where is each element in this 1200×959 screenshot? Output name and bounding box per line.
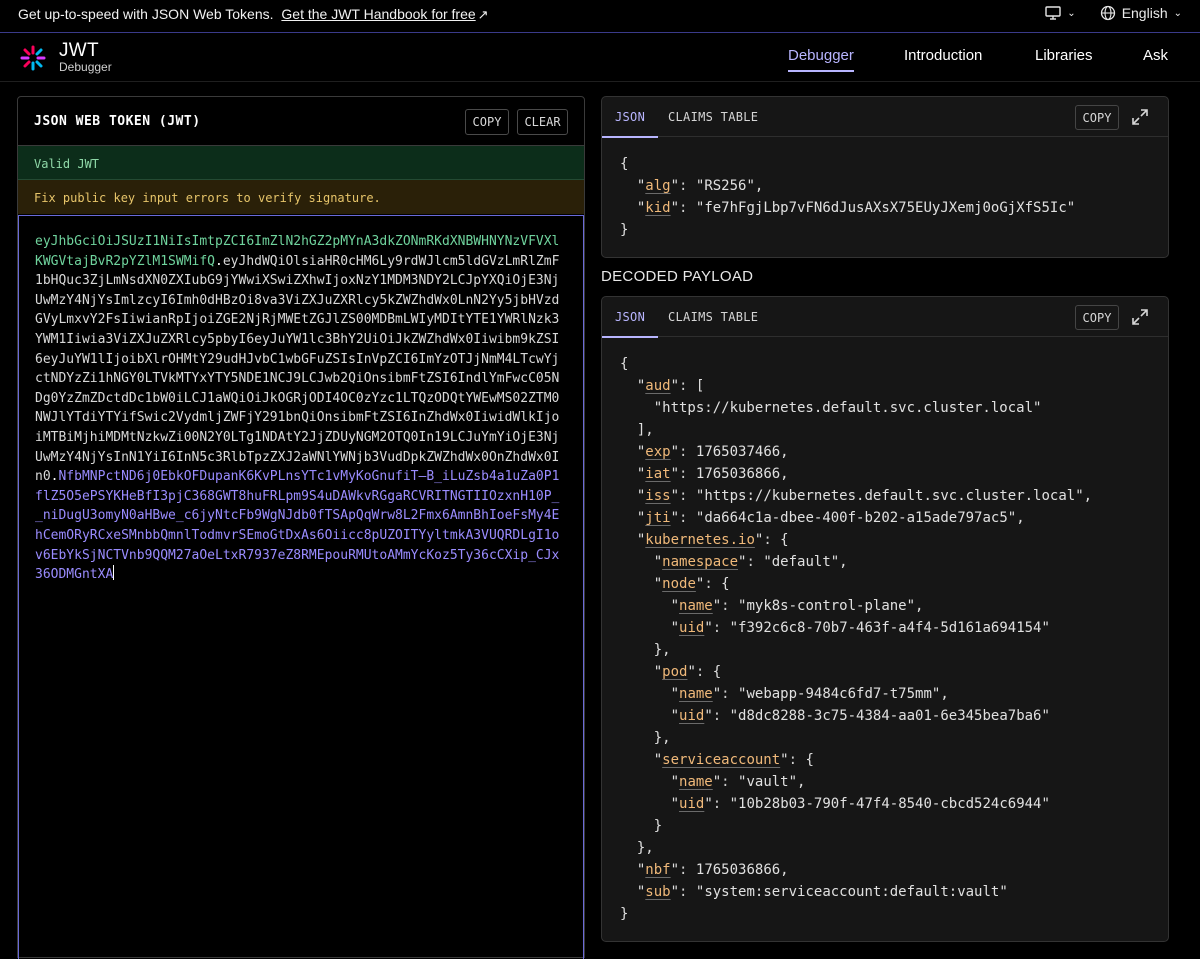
brand[interactable]: JWT Debugger — [59, 41, 112, 74]
external-link-icon: ↗ — [477, 7, 489, 22]
text-caret — [113, 565, 115, 581]
payload-json-line: "nbf": 1765036866, — [620, 862, 789, 878]
nav-libraries[interactable]: Libraries — [1035, 47, 1093, 64]
token-payload-segment: eyJhdWQiOlsiaHR0cHM6Ly9rdWJlcm5ldGVzLmRl… — [35, 253, 560, 485]
nav-debugger[interactable]: Debugger — [788, 47, 854, 72]
site-header: JWT Debugger Debugger Introduction Libra… — [0, 34, 1200, 82]
clear-token-button[interactable]: CLEAR — [517, 109, 568, 135]
tab-header-claims-table[interactable]: CLAIMS TABLE — [668, 110, 758, 124]
payload-json-line: }, — [620, 840, 654, 856]
header-json-view: { "alg": "RS256", "kid": "fe7hFgjLbp7vFN… — [602, 137, 1168, 257]
expand-icon[interactable] — [1130, 107, 1150, 127]
payload-json-line: "serviceaccount": { — [620, 752, 814, 768]
payload-json-line: "name": "vault", — [620, 774, 806, 790]
header-json-line: } — [620, 222, 629, 238]
nav-ask[interactable]: Ask — [1143, 47, 1168, 64]
payload-json-view: { "aud": [ "https://kubernetes.default.s… — [602, 337, 1168, 941]
encoded-panel-header: JSON WEB TOKEN (JWT) COPY CLEAR — [18, 97, 584, 146]
decoded-payload-label: DECODED PAYLOAD — [601, 268, 754, 285]
chevron-down-icon: ⌄ — [1067, 7, 1076, 19]
decoded-payload-card: JSON CLAIMS TABLE COPY { "aud": [ "https… — [601, 296, 1169, 942]
language-selector[interactable]: English ⌄ — [1100, 5, 1182, 21]
header-json-line: "kid": "fe7hFgjLbp7vFN6dJusAXsX75EUyJXem… — [620, 200, 1076, 216]
payload-json-line: "name": "myk8s-control-plane", — [620, 598, 924, 614]
header-json-line: { — [620, 156, 629, 172]
encoded-panel-title: JSON WEB TOKEN (JWT) — [34, 114, 201, 129]
copy-token-button[interactable]: COPY — [465, 109, 509, 135]
payload-card-tabs: JSON CLAIMS TABLE COPY — [601, 297, 1168, 338]
expand-icon[interactable] — [1130, 307, 1150, 327]
brand-subtitle: Debugger — [59, 60, 112, 74]
payload-json-line: "kubernetes.io": { — [620, 532, 789, 548]
decoded-header-card: JSON CLAIMS TABLE COPY { "alg": "RS256",… — [601, 96, 1169, 258]
monitor-icon — [1045, 6, 1061, 20]
payload-json-line: } — [620, 818, 663, 834]
payload-json-line: }, — [620, 642, 671, 658]
token-separator: . — [215, 253, 223, 269]
payload-json-line: "https://kubernetes.default.svc.cluster.… — [620, 400, 1042, 416]
language-label[interactable]: English — [1122, 5, 1168, 21]
payload-json-line: { — [620, 356, 629, 372]
payload-json-line: } — [620, 906, 629, 922]
payload-json-line: "pod": { — [620, 664, 722, 680]
brand-title: JWT — [59, 40, 99, 61]
payload-json-line: "name": "webapp-9484c6fd7-t75mm", — [620, 686, 949, 702]
header-json-line: "alg": "RS256", — [620, 178, 764, 194]
promo-message: Get up-to-speed with JSON Web Tokens. Ge… — [18, 6, 489, 23]
payload-json-line: ], — [620, 422, 654, 438]
token-input[interactable]: eyJhbGciOiJSUzI1NiIsImtpZCI6ImZlN2hGZ2pM… — [18, 215, 584, 959]
payload-json-line: "sub": "system:serviceaccount:default:va… — [620, 884, 1008, 900]
payload-json-line: "namespace": "default", — [620, 554, 848, 570]
payload-json-line: "jti": "da664c1a-dbee-400f-b202-a15ade79… — [620, 510, 1025, 526]
jwt-logo-icon[interactable] — [20, 45, 46, 71]
copy-header-button[interactable]: COPY — [1075, 105, 1119, 130]
tab-header-json[interactable]: JSON — [601, 110, 659, 138]
header-card-tabs: JSON CLAIMS TABLE COPY — [601, 97, 1168, 138]
handbook-link-text[interactable]: Get the JWT Handbook for free — [281, 6, 475, 22]
handbook-link[interactable]: Get the JWT Handbook for free ↗ — [281, 6, 488, 22]
payload-json-line: "uid": "f392c6c8-70b7-463f-a4f4-5d161a69… — [620, 620, 1050, 636]
promo-text: Get up-to-speed with JSON Web Tokens. — [18, 6, 274, 22]
signature-warning: Fix public key input errors to verify si… — [18, 180, 584, 214]
payload-json-line: "uid": "10b28b03-790f-47f4-8540-cbcd524c… — [620, 796, 1050, 812]
payload-json-line: "iss": "https://kubernetes.default.svc.c… — [620, 488, 1093, 504]
nav-introduction[interactable]: Introduction — [904, 47, 982, 64]
payload-json-line: "aud": [ — [620, 378, 705, 394]
theme-selector[interactable]: ⌄ — [1045, 6, 1076, 20]
copy-payload-button[interactable]: COPY — [1075, 305, 1119, 330]
payload-json-line: "node": { — [620, 576, 730, 592]
payload-json-line: "iat": 1765036866, — [620, 466, 789, 482]
valid-jwt-status: Valid JWT — [18, 146, 584, 180]
token-text[interactable]: eyJhbGciOiJSUzI1NiIsImtpZCI6ImZlN2hGZ2pM… — [35, 232, 567, 585]
globe-icon — [1100, 5, 1115, 21]
tab-payload-claims-table[interactable]: CLAIMS TABLE — [668, 310, 758, 324]
encoded-token-panel: JSON WEB TOKEN (JWT) COPY CLEAR Valid JW… — [17, 96, 585, 959]
chevron-down-icon: ⌄ — [1173, 7, 1182, 19]
tab-payload-json[interactable]: JSON — [601, 310, 659, 338]
promo-bar: Get up-to-speed with JSON Web Tokens. Ge… — [0, 0, 1200, 33]
payload-json-line: "uid": "d8dc8288-3c75-4384-aa01-6e345bea… — [620, 708, 1050, 724]
payload-json-line: "exp": 1765037466, — [620, 444, 789, 460]
payload-json-line: }, — [620, 730, 671, 746]
